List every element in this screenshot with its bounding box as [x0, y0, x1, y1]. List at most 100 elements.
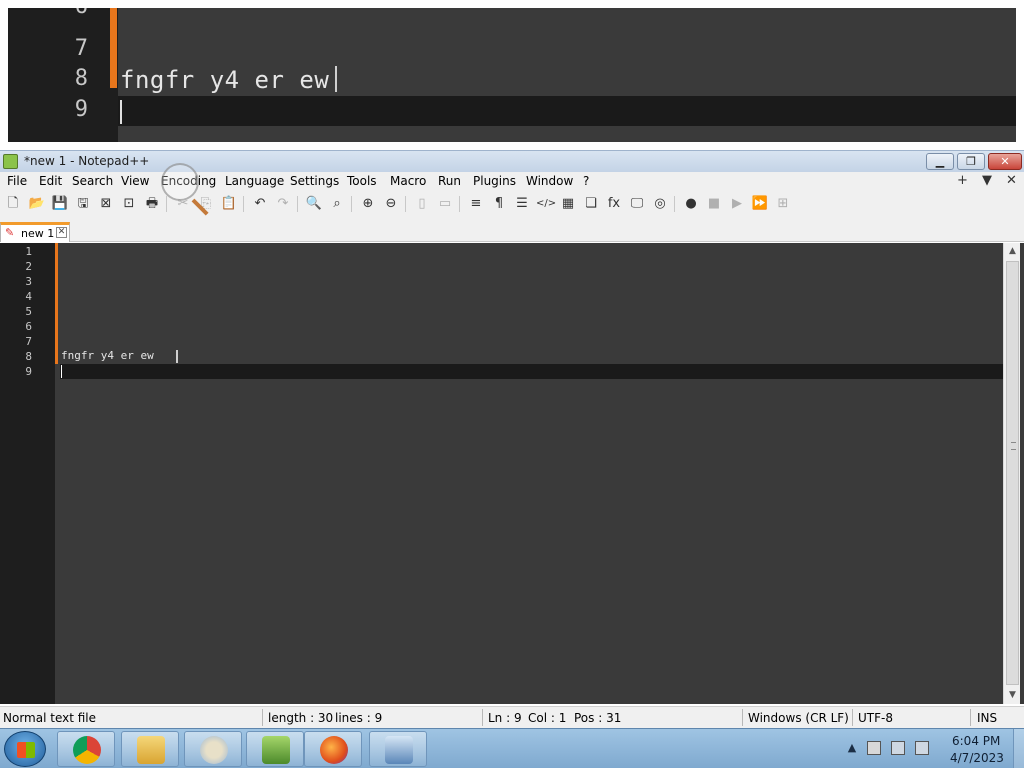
status-separator [742, 709, 743, 726]
toolbar-separator [243, 196, 244, 212]
monitoring-icon[interactable]: ◎ [651, 195, 669, 213]
action-center-flag-icon[interactable] [867, 741, 881, 755]
explorer-taskbar-button[interactable] [121, 731, 179, 767]
menu-file[interactable]: File [7, 174, 27, 188]
clock-time[interactable]: 6:04 PM [952, 734, 1000, 748]
status-encoding[interactable]: UTF-8 [858, 711, 893, 725]
line-number: 2 [25, 260, 32, 273]
zoomed-ibeam-cursor [335, 66, 338, 92]
function-list-icon[interactable]: fx [605, 195, 623, 213]
show-all-chars-icon[interactable]: ¶ [490, 195, 508, 213]
word-wrap-icon[interactable]: ≡ [467, 195, 485, 213]
menu-plugins[interactable]: Plugins [473, 174, 516, 188]
zoom-out-icon[interactable]: ⊖ [382, 195, 400, 213]
open-icon[interactable]: 📂 [28, 195, 46, 213]
taskbar: ▲ 6:04 PM 4/7/2023 [0, 728, 1024, 768]
start-button[interactable] [4, 731, 46, 767]
firefox-taskbar-button[interactable] [304, 731, 362, 767]
scroll-down-arrow-icon[interactable]: ▼ [1004, 687, 1021, 704]
network-icon[interactable] [891, 741, 905, 755]
close-window-button[interactable]: ✕ [988, 153, 1022, 170]
tab-close-icon[interactable]: ✕ [56, 227, 67, 238]
menu-view[interactable]: View [121, 174, 149, 188]
zoomed-editor: 6 7 8 9 fngfr y4 er ew [8, 8, 1016, 142]
paste-icon[interactable]: 📋 [220, 195, 238, 213]
toolbar: 🗋 📂 💾 🖫 ⊠ ⊡ 🖶 ✂ ⎘ 📋 ↶ ↷ 🔍 ⌕ ⊕ ⊖ ▯ ▭ ≡ ¶ ☰ </> ▦ ❏ fx 🖵 ◎ ● ■ ▶ ⏩ ⊞ [0, 192, 1024, 216]
status-insert-mode[interactable]: INS [977, 711, 997, 725]
redo-icon[interactable]: ↷ [274, 195, 292, 213]
status-eol[interactable]: Windows (CR LF) [748, 711, 849, 725]
run-macro-multiple-icon[interactable]: ⏩ [751, 195, 769, 213]
menu-search[interactable]: Search [72, 174, 113, 188]
doc-list-icon[interactable]: ❏ [582, 195, 600, 213]
save-macro-icon[interactable]: ⊞ [774, 195, 792, 213]
text-caret [61, 365, 62, 378]
volume-muted-icon[interactable] [915, 741, 929, 755]
line-number: 1 [25, 245, 32, 258]
menu-tools[interactable]: Tools [347, 174, 377, 188]
menu-help[interactable]: ? [583, 174, 589, 188]
new-icon[interactable]: 🗋 [4, 195, 22, 213]
ibeam-cursor [176, 350, 178, 363]
find-icon[interactable]: 🔍 [305, 195, 323, 213]
zoomed-change-bar [110, 8, 117, 88]
menu-settings[interactable]: Settings [290, 174, 339, 188]
close-doc-icon[interactable]: ✕ [1006, 173, 1017, 188]
scroll-up-arrow-icon[interactable]: ▲ [1004, 243, 1021, 260]
show-desktop-button[interactable] [1013, 729, 1024, 768]
zoomed-line-number: 7 [74, 36, 88, 61]
editor-line-8[interactable]: fngfr y4 er ew [61, 349, 154, 362]
sync-v-icon[interactable]: ▯ [413, 195, 431, 213]
firefox-icon [320, 736, 348, 764]
chrome-taskbar-button[interactable] [57, 731, 115, 767]
zoomed-line8-text: fngfr y4 er ew [120, 66, 338, 94]
save-icon[interactable]: 💾 [51, 195, 69, 213]
maximize-button[interactable]: ❐ [957, 153, 985, 170]
print-icon[interactable]: 🖶 [143, 195, 161, 213]
replace-icon[interactable]: ⌕ [328, 195, 346, 213]
close-all-icon[interactable]: ⊡ [120, 195, 138, 213]
new-tab-plus-icon[interactable]: + [957, 173, 968, 188]
show-hidden-icons-arrow-icon[interactable]: ▲ [845, 741, 859, 755]
magnifier-icon [161, 163, 199, 201]
zoom-in-icon[interactable]: ⊕ [359, 195, 377, 213]
windows-logo-icon [17, 742, 35, 758]
tab-list-dropdown-icon[interactable]: ▼ [982, 173, 992, 188]
xml-tag-icon[interactable]: </> [536, 195, 556, 213]
doc-map-icon[interactable]: ▦ [559, 195, 577, 213]
undo-icon[interactable]: ↶ [251, 195, 269, 213]
stop-macro-icon[interactable]: ■ [705, 195, 723, 213]
editor-area[interactable]: 1 2 3 4 5 6 7 8 9 fngfr y4 er ew ▲ ▼ [0, 243, 1024, 704]
menu-macro[interactable]: Macro [390, 174, 426, 188]
zoomed-preview: 6 7 8 9 fngfr y4 er ew [0, 0, 1024, 150]
toolbar-separator [297, 196, 298, 212]
remote-taskbar-button[interactable] [369, 731, 427, 767]
close-icon[interactable]: ⊠ [97, 195, 115, 213]
zoomed-line-number: 9 [74, 97, 88, 122]
menu-bar: File Edit Search View Encoding Language … [0, 172, 1024, 192]
sync-h-icon[interactable]: ▭ [436, 195, 454, 213]
folder-workspace-icon[interactable]: 🖵 [628, 195, 646, 213]
zoomed-current-line [118, 96, 1016, 126]
scroll-thumb[interactable] [1006, 261, 1019, 685]
menu-window[interactable]: Window [526, 174, 573, 188]
status-separator [482, 709, 483, 726]
status-bar: Normal text file length : 30 lines : 9 L… [0, 706, 1024, 728]
minimize-button[interactable]: ▁ [926, 153, 954, 170]
clock-date[interactable]: 4/7/2023 [950, 751, 1004, 765]
menu-edit[interactable]: Edit [39, 174, 62, 188]
notepadpp-taskbar-button[interactable] [246, 731, 304, 767]
vertical-scrollbar[interactable]: ▲ ▼ [1003, 243, 1020, 704]
play-macro-icon[interactable]: ▶ [728, 195, 746, 213]
indent-guide-icon[interactable]: ☰ [513, 195, 531, 213]
tab-new-1[interactable]: ✎ new 1 ✕ [0, 222, 70, 242]
record-macro-icon[interactable]: ● [682, 195, 700, 213]
notepadpp-icon [262, 736, 290, 764]
paint-taskbar-button[interactable] [184, 731, 242, 767]
toolbar-separator [351, 196, 352, 212]
menu-language[interactable]: Language [225, 174, 284, 188]
menu-run[interactable]: Run [438, 174, 461, 188]
status-pos: Pos : 31 [574, 711, 622, 725]
save-all-icon[interactable]: 🖫 [74, 195, 92, 213]
status-separator [970, 709, 971, 726]
